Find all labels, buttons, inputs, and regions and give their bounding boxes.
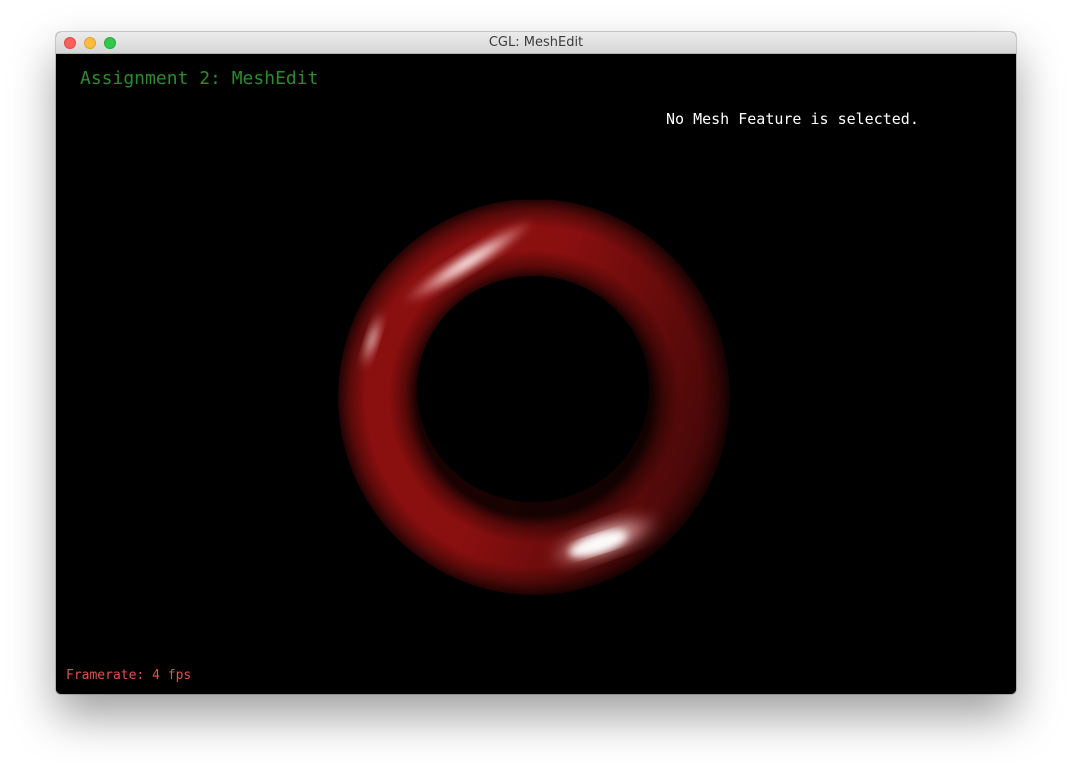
selection-status: No Mesh Feature is selected. <box>666 110 919 128</box>
app-window: CGL: MeshEdit Assignment 2: MeshEdit No … <box>56 32 1016 694</box>
title-bar[interactable]: CGL: MeshEdit <box>56 32 1016 54</box>
torus-mesh[interactable] <box>336 200 736 600</box>
render-viewport[interactable]: Assignment 2: MeshEdit No Mesh Feature i… <box>56 54 1016 694</box>
assignment-heading: Assignment 2: MeshEdit <box>80 68 319 89</box>
window-title: CGL: MeshEdit <box>488 35 584 50</box>
torus-surface <box>338 200 730 595</box>
framerate-readout: Framerate: 4 fps <box>66 668 192 683</box>
